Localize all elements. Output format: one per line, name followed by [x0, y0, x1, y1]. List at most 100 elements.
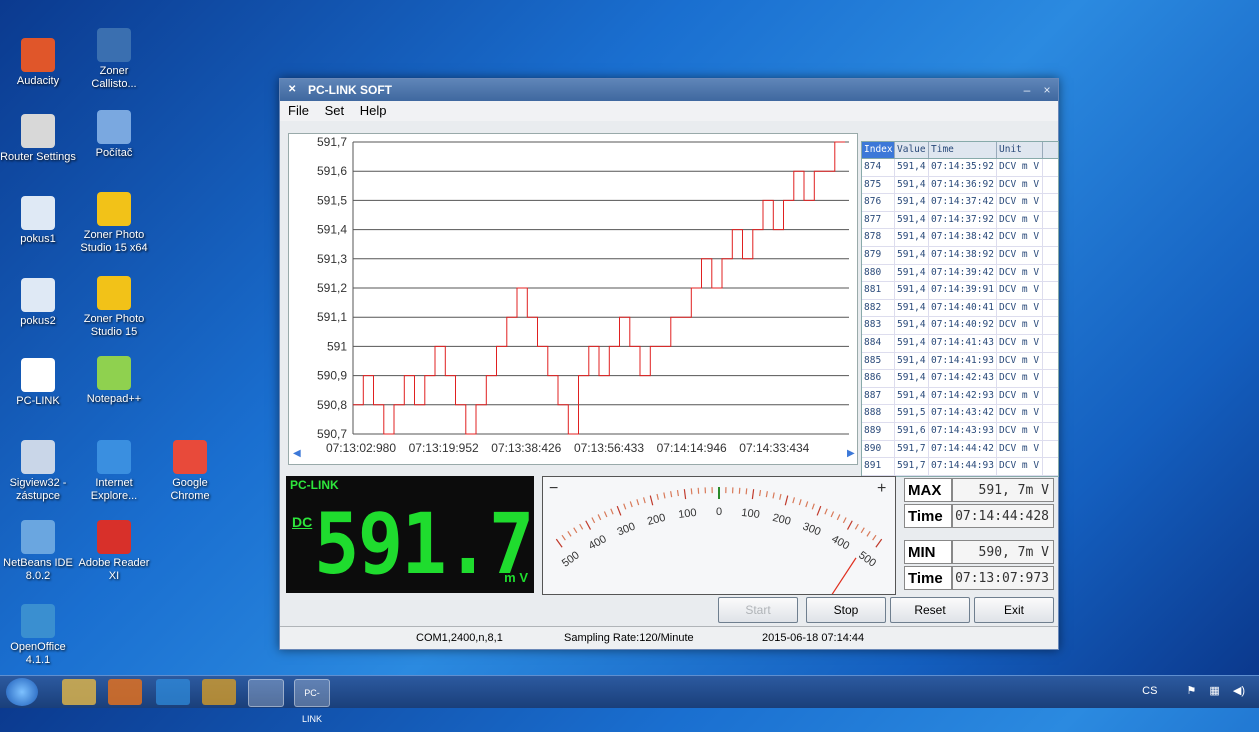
desktop-icon[interactable]: Zoner Photo Studio 15 x64	[76, 192, 152, 255]
taskbar: PC-LINK CS ⚑ ▦ ◀)	[0, 675, 1259, 708]
table-row[interactable]: 876591,407:14:37:42DCV m V	[862, 194, 1058, 212]
meter-tick	[624, 504, 626, 510]
app-taskbar-icon[interactable]	[248, 679, 284, 707]
table-cell: 07:14:42:93	[929, 388, 997, 405]
table-cell: DCV m V	[997, 388, 1043, 405]
lcd-brand: PC-LINK	[290, 478, 339, 492]
table-row[interactable]: 880591,407:14:39:42DCV m V	[862, 265, 1058, 283]
table-row[interactable]: 875591,407:14:36:92DCV m V	[862, 177, 1058, 195]
x-tick-label: 07:14:14:946	[657, 441, 727, 455]
desktop-icon[interactable]: Zoner Photo Studio 15	[76, 276, 152, 339]
desktop-icon[interactable]: Internet Explore...	[76, 440, 152, 503]
start-button[interactable]: Start	[718, 597, 798, 623]
lcd-value: 591.7	[314, 496, 533, 592]
table-row[interactable]: 885591,407:14:41:93DCV m V	[862, 353, 1058, 371]
table-cell: 591,4	[895, 229, 929, 246]
table-row[interactable]: 891591,707:14:44:93DCV m V	[862, 458, 1058, 476]
table-cell: 591,4	[895, 194, 929, 211]
stats-panel: MAX591, 7m V Time07:14:44:428 MIN590, 7m…	[904, 478, 1054, 592]
pc-link-taskbar-icon[interactable]: PC-LINK	[294, 679, 330, 707]
chrome-icon[interactable]	[202, 679, 236, 705]
meter-scale-label: 100	[678, 507, 698, 521]
desktop-icon[interactable]: Počítač	[76, 110, 152, 160]
exit-button[interactable]: Exit	[974, 597, 1054, 623]
table-row[interactable]: 881591,407:14:39:91DCV m V	[862, 282, 1058, 300]
menu-file[interactable]: File	[288, 103, 309, 118]
meter-svg: 5004003002001000100200300400500−+	[543, 477, 895, 594]
desktop-icon[interactable]: NetBeans IDE 8.0.2	[0, 520, 76, 583]
menu-set[interactable]: Set	[325, 103, 345, 118]
volume-icon[interactable]: ◀)	[1233, 685, 1245, 697]
table-row[interactable]: 884591,407:14:41:43DCV m V	[862, 335, 1058, 353]
desktop-icon[interactable]: OpenOffice 4.1.1	[0, 604, 76, 667]
desktop-icon-label: Google Chrome	[152, 477, 228, 503]
table-row[interactable]: 886591,407:14:42:43DCV m V	[862, 370, 1058, 388]
col-value[interactable]: Value	[895, 142, 929, 158]
desktop-icon-label: pokus2	[0, 315, 76, 328]
y-tick-label: 591	[327, 339, 347, 353]
table-cell: 07:14:35:92	[929, 159, 997, 176]
table-row[interactable]: 889591,607:14:43:93DCV m V	[862, 423, 1058, 441]
table-row[interactable]: 888591,507:14:43:42DCV m V	[862, 405, 1058, 423]
table-row[interactable]: 877591,407:14:37:92DCV m V	[862, 212, 1058, 230]
table-row[interactable]: 890591,707:14:44:42DCV m V	[862, 441, 1058, 459]
language-indicator[interactable]: CS	[1142, 685, 1157, 697]
reset-button[interactable]: Reset	[890, 597, 970, 623]
table-cell: DCV m V	[997, 300, 1043, 317]
meter-tick	[617, 506, 621, 515]
desktop-icon-image	[97, 192, 131, 226]
desktop-icon[interactable]: pokus2	[0, 278, 76, 328]
desktop-icon[interactable]: Notepad++	[76, 356, 152, 406]
media-player-icon[interactable]	[108, 679, 142, 705]
desktop-icon[interactable]: Sigview32 - zástupce	[0, 440, 76, 503]
table-cell: DCV m V	[997, 212, 1043, 229]
table-row[interactable]: 878591,407:14:38:42DCV m V	[862, 229, 1058, 247]
desktop-icon[interactable]: Adobe Reader XI	[76, 520, 152, 583]
col-index[interactable]: Index	[862, 142, 895, 158]
col-unit[interactable]: Unit	[997, 142, 1043, 158]
start-orb-icon[interactable]	[6, 678, 38, 706]
table-cell: 07:14:41:43	[929, 335, 997, 352]
desktop-icon[interactable]: Audacity	[0, 38, 76, 88]
meter-tick	[630, 501, 632, 507]
x-tick-label: 07:13:38:426	[491, 441, 561, 455]
y-tick-label: 591,7	[317, 135, 347, 149]
desktop-icon[interactable]: Google Chrome	[152, 440, 228, 503]
y-tick-label: 591,4	[317, 223, 347, 237]
meter-tick	[799, 499, 801, 505]
table-cell: DCV m V	[997, 159, 1043, 176]
close-icon[interactable]: ×	[1038, 79, 1056, 101]
title-bar[interactable]: ✕ PC-LINK SOFT – ×	[280, 79, 1058, 101]
meter-scale-label: 500	[560, 549, 582, 569]
desktop-icon-label: Adobe Reader XI	[76, 557, 152, 583]
meter-tick	[752, 489, 753, 499]
desktop-icon-image	[97, 276, 131, 310]
table-cell: 07:14:36:92	[929, 177, 997, 194]
desktop-icon-image	[21, 114, 55, 148]
table-row[interactable]: 882591,407:14:40:41DCV m V	[862, 300, 1058, 318]
internet-explorer-icon[interactable]	[156, 679, 190, 705]
explorer-icon[interactable]	[62, 679, 96, 705]
desktop-icon-image	[21, 278, 55, 312]
stop-button[interactable]: Stop	[806, 597, 886, 623]
table-cell: 886	[862, 370, 895, 387]
minimize-icon[interactable]: –	[1018, 79, 1036, 101]
desktop-icon[interactable]: PC-LINK	[0, 358, 76, 408]
desktop-icon-label: Audacity	[0, 75, 76, 88]
table-cell: 591,4	[895, 370, 929, 387]
table-row[interactable]: 879591,407:14:38:92DCV m V	[862, 247, 1058, 265]
desktop-icon-image	[97, 28, 131, 62]
meter-tick	[847, 521, 852, 530]
table-row[interactable]: 887591,407:14:42:93DCV m V	[862, 388, 1058, 406]
table-row[interactable]: 874591,407:14:35:92DCV m V	[862, 159, 1058, 177]
table-cell: 07:14:44:93	[929, 458, 997, 475]
col-time[interactable]: Time	[929, 142, 997, 158]
desktop-icon[interactable]: Router Settings	[0, 114, 76, 164]
network-icon[interactable]: ▦	[1209, 685, 1219, 697]
menu-help[interactable]: Help	[360, 103, 387, 118]
desktop-icon[interactable]: pokus1	[0, 196, 76, 246]
table-cell: 887	[862, 388, 895, 405]
flag-icon[interactable]: ⚑	[1186, 685, 1196, 697]
desktop-icon[interactable]: Zoner Callisto...	[76, 28, 152, 91]
table-row[interactable]: 883591,407:14:40:92DCV m V	[862, 317, 1058, 335]
